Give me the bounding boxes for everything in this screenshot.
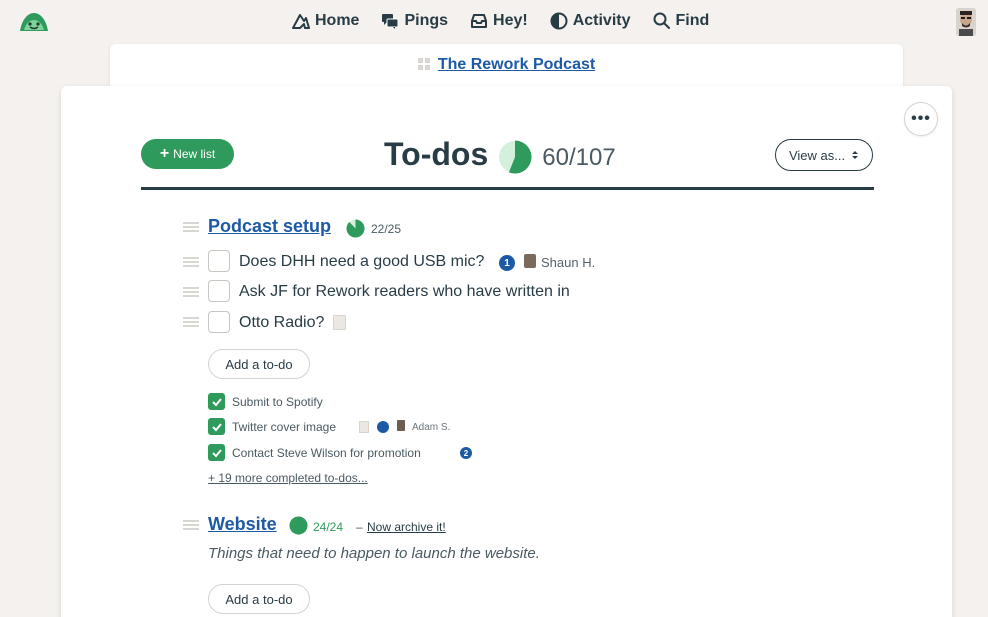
new-list-button[interactable]: + New list <box>141 139 234 169</box>
basecamp-logo[interactable] <box>18 9 50 35</box>
drag-handle-icon[interactable] <box>183 287 199 297</box>
assignee-name: Adam S. <box>412 422 451 433</box>
project-name: The Rework Podcast <box>437 56 596 73</box>
nav-hey-label: Hey! <box>493 12 528 29</box>
nav-pings[interactable]: Pings <box>381 12 448 30</box>
updown-chevron-icon <box>852 151 859 159</box>
user-avatar[interactable] <box>956 8 976 36</box>
completed-todo-text[interactable]: Twitter cover image <box>232 420 336 434</box>
completed-todo-text[interactable]: Submit to Spotify <box>232 395 323 409</box>
nav-home-label: Home <box>315 12 360 29</box>
plus-icon: + <box>159 145 170 162</box>
add-todo-button[interactable]: Add a to-do <box>208 584 310 614</box>
hey-icon <box>471 14 488 28</box>
checked-checkbox[interactable] <box>208 444 225 461</box>
list-count: 24/24 <box>313 520 344 534</box>
archive-link[interactable]: Now archive it! <box>367 520 446 534</box>
completed-todo-text[interactable]: Contact Steve Wilson for promotion <box>232 446 421 460</box>
comment-count-badge <box>377 421 389 433</box>
progress-pie-icon <box>346 219 365 238</box>
list-title-podcast-setup[interactable]: Podcast setup <box>208 216 331 237</box>
project-header-card: The Rework Podcast <box>110 44 903 88</box>
activity-icon <box>550 12 568 30</box>
comment-count-badge: 1 <box>499 255 515 271</box>
separator-dash: – <box>356 520 363 534</box>
todo-text[interactable]: Does DHH need a good USB mic? <box>239 253 484 271</box>
list-description: Things that need to happen to launch the… <box>208 545 540 562</box>
assignee-avatar <box>524 254 536 268</box>
drag-handle-icon[interactable] <box>183 222 199 232</box>
nav-activity[interactable]: Activity <box>550 12 631 30</box>
top-navigation: Home Pings Hey! Activity Find <box>0 0 988 44</box>
assignee-avatar <box>397 420 405 431</box>
drag-handle-icon[interactable] <box>183 317 199 327</box>
todo-text[interactable]: Otto Radio? <box>239 314 324 332</box>
nav-find-label: Find <box>675 12 710 29</box>
pings-icon <box>382 14 399 29</box>
more-completed-link[interactable]: + 19 more completed to-dos... <box>208 471 368 485</box>
drag-handle-icon[interactable] <box>183 520 199 530</box>
title-divider <box>141 187 874 190</box>
checked-checkbox[interactable] <box>208 393 225 410</box>
comment-count-badge: 2 <box>460 447 472 459</box>
todo-checkbox[interactable] <box>208 311 230 333</box>
checked-checkbox[interactable] <box>208 418 225 435</box>
page-title-row: To-dos 60/107 <box>384 134 616 174</box>
home-icon <box>292 14 310 29</box>
nav-find[interactable]: Find <box>653 12 710 30</box>
page-title: To-dos <box>384 135 489 172</box>
add-todo-button[interactable]: Add a to-do <box>208 349 310 379</box>
list-title-website[interactable]: Website <box>208 514 277 535</box>
nav-pings-label: Pings <box>404 12 449 29</box>
more-options-button[interactable]: ••• <box>904 102 938 136</box>
list-count: 22/25 <box>371 222 402 236</box>
todo-text[interactable]: Ask JF for Rework readers who have writt… <box>239 283 570 301</box>
progress-pie-icon <box>289 516 308 535</box>
assignee-name: Shaun H. <box>541 255 596 270</box>
project-link[interactable]: The Rework Podcast <box>110 56 903 74</box>
nav-hey[interactable]: Hey! <box>470 12 528 30</box>
todo-checkbox[interactable] <box>208 280 230 302</box>
view-as-label: View as... <box>788 147 846 163</box>
checkmark-icon <box>211 448 222 457</box>
note-icon <box>333 315 346 330</box>
project-grid-icon <box>417 57 430 70</box>
todo-count: 60/107 <box>542 144 616 171</box>
todo-checkbox[interactable] <box>208 250 230 272</box>
nav-home[interactable]: Home <box>292 12 359 30</box>
view-as-select[interactable]: View as... <box>775 139 873 171</box>
drag-handle-icon[interactable] <box>183 257 199 267</box>
new-list-label: New list <box>173 147 216 161</box>
checkmark-icon <box>211 422 222 431</box>
search-icon <box>653 12 670 29</box>
nav-activity-label: Activity <box>572 12 631 29</box>
note-icon <box>359 421 369 433</box>
checkmark-icon <box>211 397 222 406</box>
progress-pie-icon <box>499 140 532 174</box>
